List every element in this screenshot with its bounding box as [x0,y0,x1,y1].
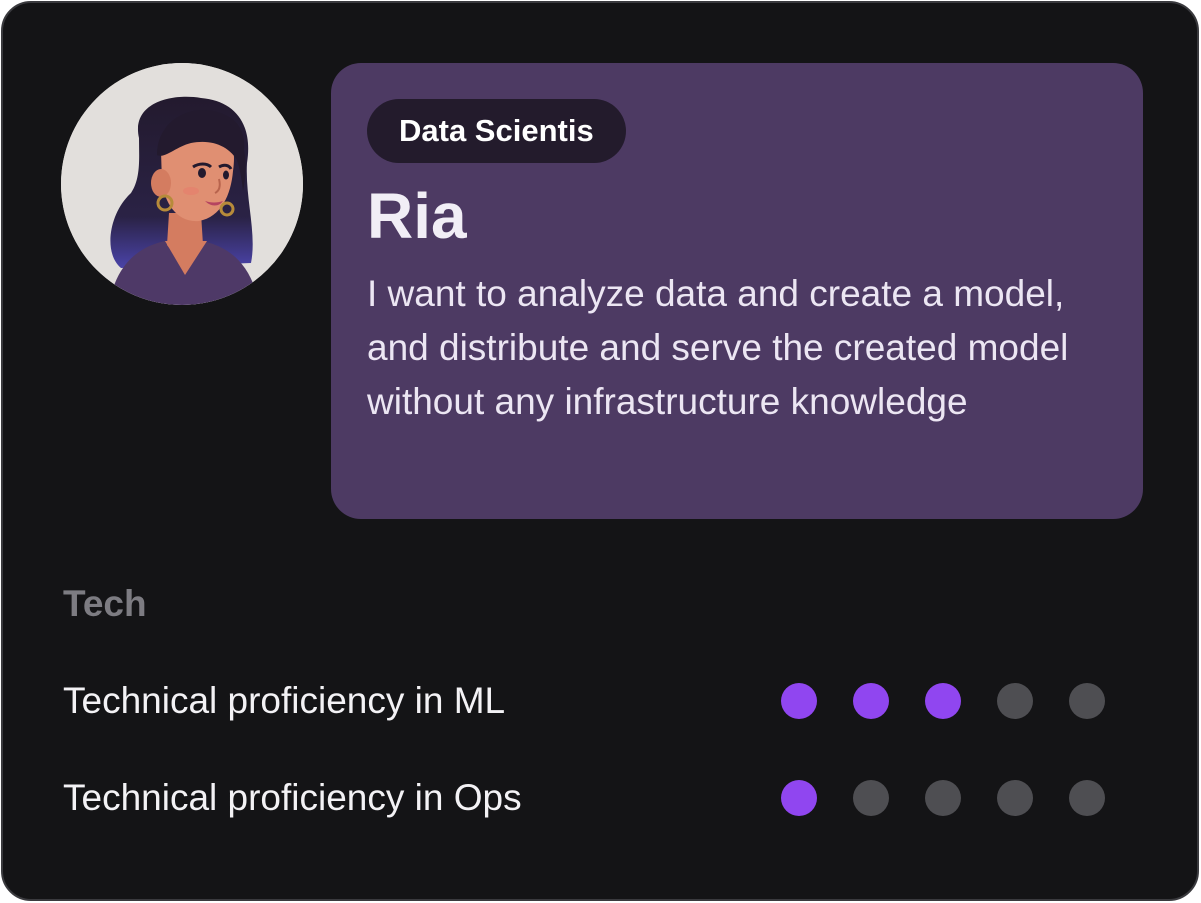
woman-avatar-icon [61,63,303,305]
skill-label: Technical proficiency in ML [63,680,506,721]
rating-dot-filled [781,780,817,816]
tech-section-label: Tech [63,583,147,624]
persona-card: Data Scientis Ria I want to analyze data… [1,1,1199,901]
skill-row-ml: Technical proficiency in ML [63,676,1123,726]
skill-row-ops: Technical proficiency in Ops [63,773,1123,823]
skill-label: Technical proficiency in Ops [63,777,522,818]
persona-bubble: Data Scientis Ria I want to analyze data… [331,63,1143,519]
skill-rating [781,780,1105,816]
rating-dot-filled [925,683,961,719]
rating-dot-filled [781,683,817,719]
role-badge: Data Scientis [367,99,626,163]
persona-description: I want to analyze data and create a mode… [367,273,1069,422]
rating-dot-empty [997,780,1033,816]
rating-dot-empty [1069,683,1105,719]
rating-dot-filled [853,683,889,719]
skill-rating [781,683,1105,719]
persona-name: Ria [367,180,467,252]
rating-dot-empty [997,683,1033,719]
rating-dot-empty [925,780,961,816]
rating-dot-empty [853,780,889,816]
avatar-illustration [61,63,303,305]
rating-dot-empty [1069,780,1105,816]
